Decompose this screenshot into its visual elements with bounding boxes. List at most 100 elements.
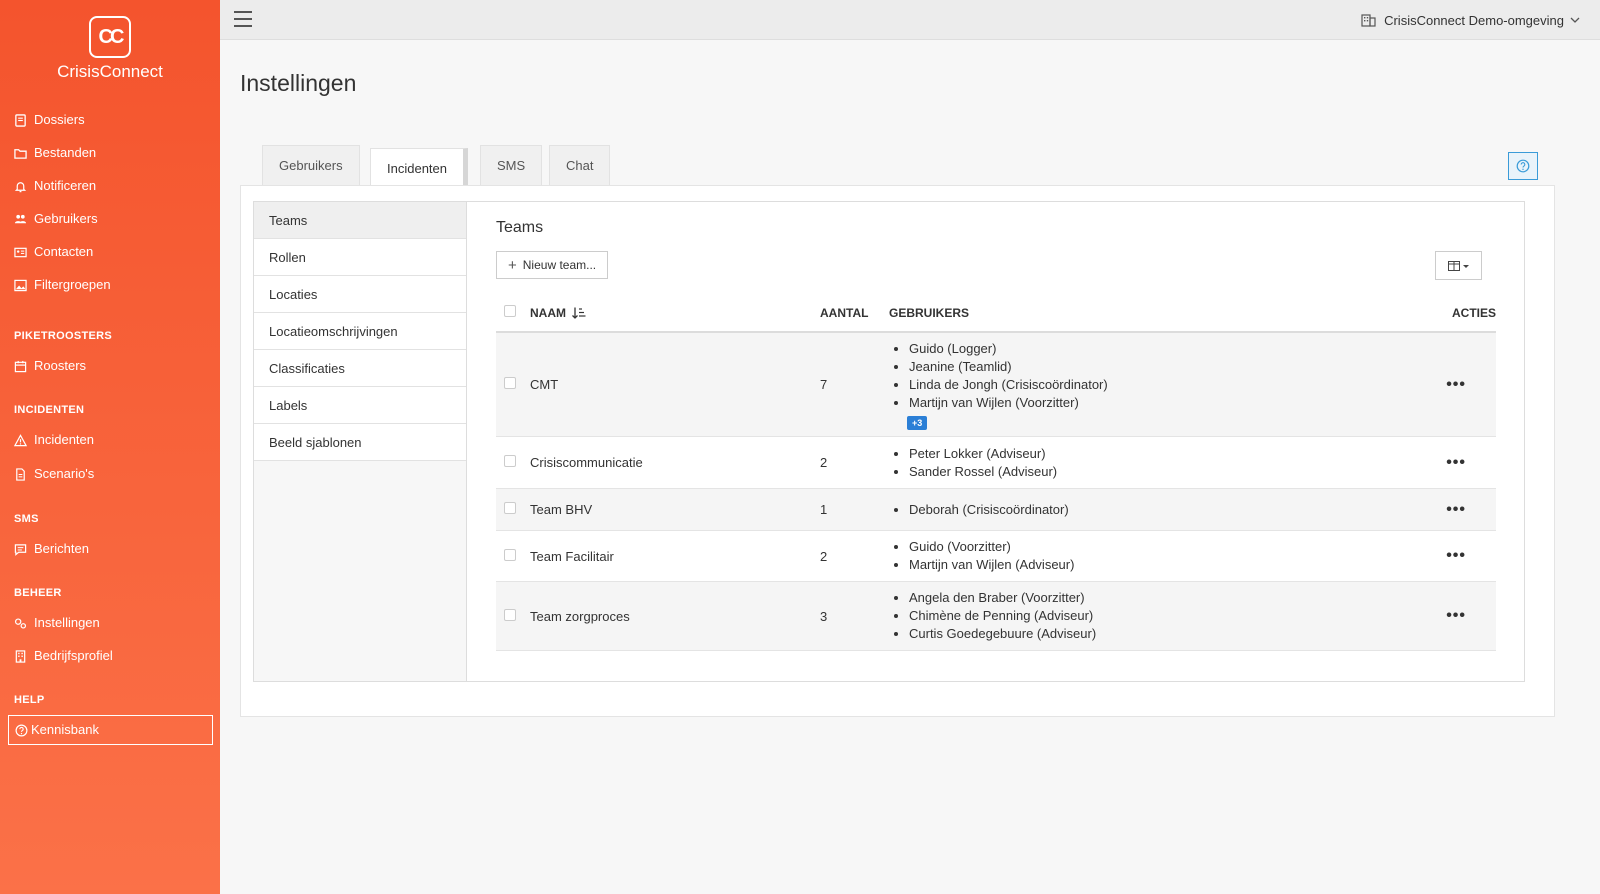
team-user: Guido (Voorzitter) (909, 538, 1429, 556)
columns-icon (1447, 260, 1469, 271)
organization-switcher[interactable]: CrisisConnect Demo-omgeving (1361, 10, 1588, 30)
book-icon (15, 113, 26, 127)
sidebar-item-gebruikers[interactable]: Gebruikers (14, 208, 204, 230)
sidebar-group-title: PIKETROOSTERS (14, 330, 113, 342)
contact-card-icon (14, 247, 27, 257)
team-user: Sander Rossel (Adviseur) (909, 463, 1429, 481)
team-count: 7 (820, 332, 889, 437)
sidebar-group-title: HELP (14, 694, 45, 706)
column-naam[interactable]: NAAM (530, 294, 820, 333)
table-row[interactable]: Team Facilitair 2 Guido (Voorzitter) Mar… (496, 530, 1496, 582)
team-user: Deborah (Crisiscoördinator) (909, 501, 1429, 519)
sidebar-item-label: Bedrijfsprofiel (34, 648, 113, 663)
sort-ascending-icon (572, 307, 586, 319)
team-user: Guido (Logger) (909, 340, 1429, 358)
sidebar-item-bestanden[interactable]: Bestanden (14, 142, 204, 164)
folder-icon (14, 148, 27, 159)
subnav-item-labels[interactable]: Labels (254, 387, 466, 424)
table-row[interactable]: Team BHV 1 Deborah (Crisiscoördinator) •… (496, 488, 1496, 531)
row-checkbox[interactable] (504, 455, 516, 467)
table-header-row: NAAM AANTAL GEBRUIKERS ACTIES (496, 294, 1496, 333)
team-count: 1 (820, 488, 889, 531)
subnav-item-beeld-sjablonen[interactable]: Beeld sjablonen (254, 424, 466, 461)
team-user: Jeanine (Teamlid) (909, 358, 1429, 376)
building-icon (1361, 14, 1376, 27)
team-user: Martijn van Wijlen (Adviseur) (909, 556, 1429, 574)
team-name: Team zorgproces (530, 581, 820, 651)
select-all-checkbox[interactable] (504, 305, 516, 317)
subnav-item-locatieomschrijvingen[interactable]: Locatieomschrijvingen (254, 313, 466, 350)
message-icon (14, 543, 27, 556)
page-title: Instellingen (240, 70, 357, 96)
team-users: Angela den Braber (Voorzitter) Chimène d… (889, 581, 1429, 651)
help-circle-icon (15, 724, 28, 736)
sidebar-item-label: Gebruikers (34, 211, 98, 226)
image-icon (14, 279, 27, 291)
row-checkbox[interactable] (504, 377, 516, 389)
column-acties: ACTIES (1429, 294, 1496, 333)
sidebar-item-incidenten[interactable]: Incidenten (14, 429, 204, 451)
team-name: Team Facilitair (530, 530, 820, 582)
tab-incidenten[interactable]: Incidenten (370, 148, 468, 186)
sidebar-item-filtergroepen[interactable]: Filtergroepen (14, 274, 204, 296)
subnav-item-locaties[interactable]: Locaties (254, 276, 466, 313)
row-actions-button[interactable]: ••• (1446, 454, 1466, 472)
bell-icon (14, 181, 27, 192)
sidebar-item-label: Filtergroepen (34, 277, 111, 292)
select-all-cell (496, 294, 530, 333)
logo-mark: CC (89, 16, 131, 58)
table-row[interactable]: Team zorgproces 3 Angela den Braber (Voo… (496, 581, 1496, 651)
help-circle-icon (1516, 159, 1530, 173)
sidebar-item-label: Berichten (34, 541, 89, 556)
tab-chat[interactable]: Chat (549, 145, 611, 185)
tab-sms[interactable]: SMS (480, 145, 543, 185)
sidebar-item-berichten[interactable]: Berichten (14, 538, 204, 560)
team-users: Deborah (Crisiscoördinator) (889, 488, 1429, 531)
row-actions-button[interactable]: ••• (1446, 376, 1466, 394)
new-team-label: Nieuw team... (522, 258, 597, 272)
team-user: Curtis Goedegebuure (Adviseur) (909, 625, 1429, 643)
menu-toggle-icon[interactable] (234, 11, 252, 27)
sidebar-item-contacten[interactable]: Contacten (14, 241, 204, 263)
sidebar-item-kennisbank[interactable]: Kennisbank (8, 715, 213, 745)
plus-icon: + (508, 256, 517, 274)
subnav-item-teams[interactable]: Teams (254, 202, 466, 239)
sidebar-item-label: Contacten (34, 244, 94, 259)
sidebar-item-instellingen[interactable]: Instellingen (14, 612, 204, 634)
row-checkbox[interactable] (504, 502, 516, 514)
tab-gebruikers[interactable]: Gebruikers (262, 145, 360, 185)
sidebar-item-notificeren[interactable]: Notificeren (14, 175, 204, 197)
help-button[interactable] (1508, 152, 1538, 180)
main-content: Instellingen Gebruikers Incidenten SMS C… (220, 40, 1600, 894)
column-toggle-button[interactable] (1435, 251, 1482, 280)
column-gebruikers: GEBRUIKERS (889, 294, 1429, 333)
chevron-down-icon (1570, 17, 1580, 23)
calendar-icon (14, 360, 27, 372)
settings-icon (14, 617, 27, 629)
row-actions-button[interactable]: ••• (1446, 607, 1466, 625)
row-actions-button[interactable]: ••• (1446, 547, 1466, 565)
table-row[interactable]: CMT 7 Guido (Logger) Jeanine (Teamlid) L… (496, 332, 1496, 437)
app-logo[interactable]: CC CrisisConnect (0, 16, 220, 82)
sidebar-item-label: Notificeren (34, 178, 97, 193)
row-checkbox[interactable] (504, 548, 516, 561)
sidebar-item-scenarios[interactable]: Scenario's (14, 463, 204, 485)
team-name: Crisiscommunicatie (530, 436, 820, 489)
more-users-badge[interactable]: +3 (907, 416, 928, 430)
row-checkbox[interactable] (504, 608, 516, 621)
sidebar-item-label: Incidenten (34, 432, 94, 447)
row-actions-button[interactable]: ••• (1446, 501, 1466, 519)
sidebar-item-label: Bestanden (34, 145, 97, 160)
subnav-item-rollen[interactable]: Rollen (254, 239, 466, 276)
subnav-item-classificaties[interactable]: Classificaties (254, 350, 466, 387)
teams-table: NAAM AANTAL GEBRUIKERS ACTIES CMT 7 • Gu… (496, 294, 1496, 651)
sidebar-item-dossiers[interactable]: Dossiers (14, 109, 204, 131)
users-icon (14, 214, 27, 223)
sidebar-item-roosters[interactable]: Roosters (14, 355, 204, 377)
new-team-button[interactable]: + Nieuw team... (496, 251, 609, 279)
table-row[interactable]: Crisiscommunicatie 2 Peter Lokker (Advis… (496, 436, 1496, 489)
sidebar-item-label: Roosters (34, 358, 87, 373)
team-name: Team BHV (530, 488, 820, 531)
sidebar-item-bedrijfsprofiel[interactable]: Bedrijfsprofiel (14, 645, 204, 667)
team-users: Peter Lokker (Adviseur) Sander Rossel (A… (889, 436, 1429, 489)
